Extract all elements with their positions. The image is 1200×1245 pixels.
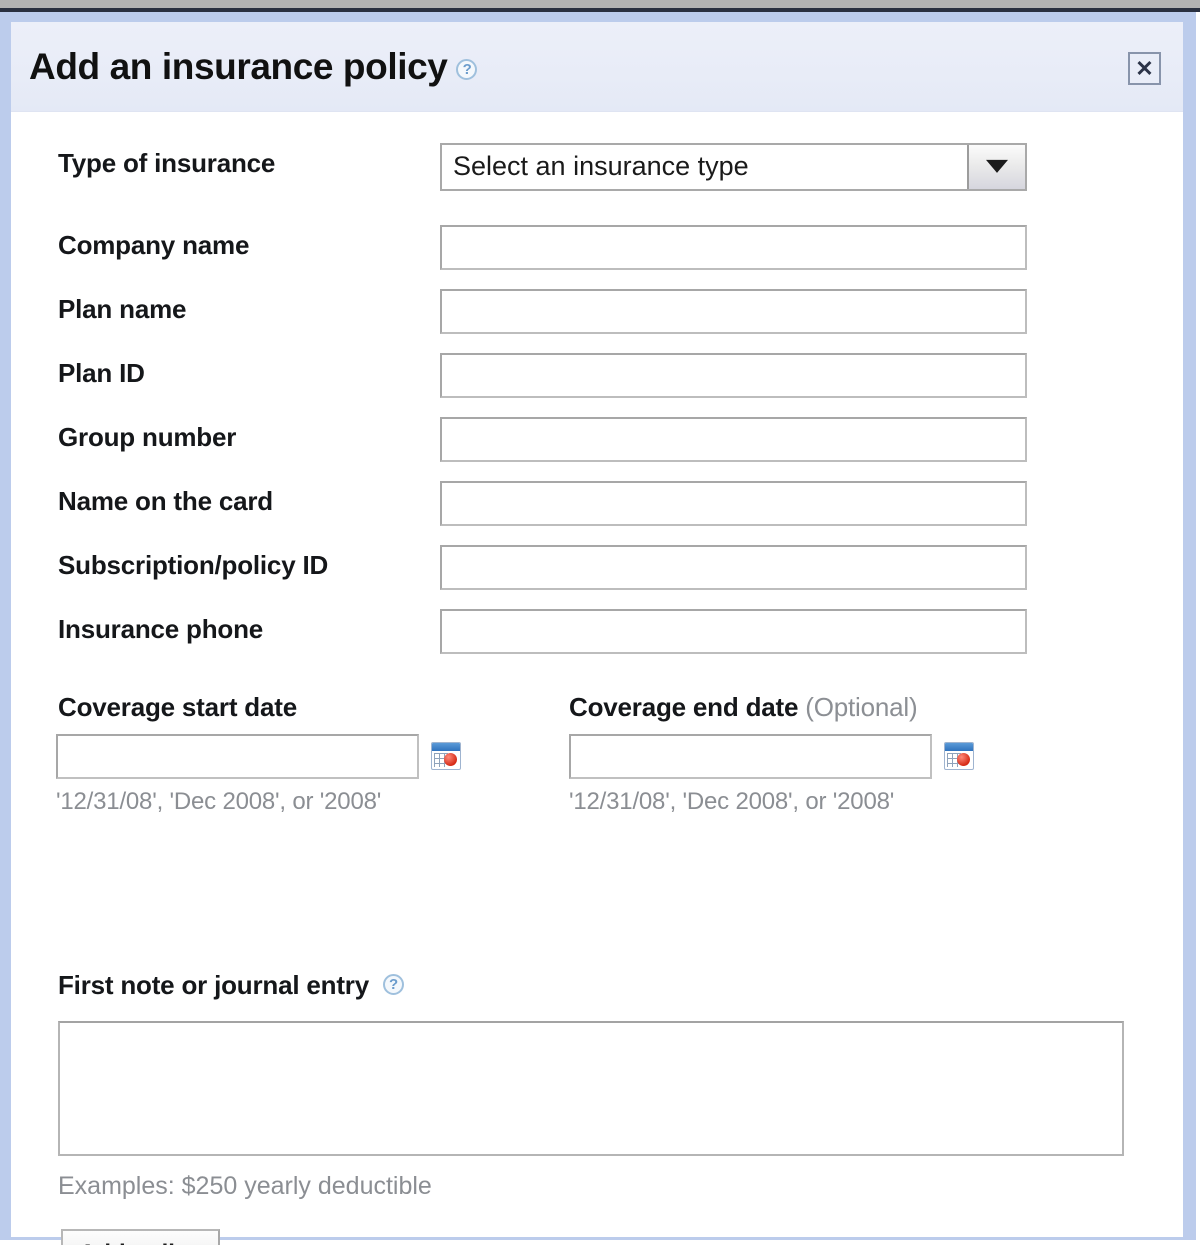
add-insurance-policy-dialog: Add an insurance policy? ✕ Type of insur… <box>0 12 1196 1245</box>
label-insurance-phone: Insurance phone <box>58 614 264 644</box>
add-policy-button[interactable]: Add policy <box>61 1229 220 1245</box>
first-note-textarea[interactable] <box>58 1021 1124 1156</box>
first-note-label-text: First note or journal entry <box>58 970 369 1000</box>
calendar-icon-titlebar <box>432 743 460 751</box>
label-name-on-the-card: Name on the card <box>58 486 273 516</box>
label-company-name: Company name <box>58 230 250 260</box>
calendar-icon-start[interactable] <box>431 742 461 770</box>
first-note-help-icon[interactable]: ? <box>382 974 404 995</box>
coverage-start-date-hint: '12/31/08', 'Dec 2008', or '2008' <box>56 788 382 815</box>
insurance-type-select[interactable]: Select an insurance type <box>440 143 1027 191</box>
calendar-icon-marker <box>444 753 457 766</box>
calendar-icon-end[interactable] <box>944 742 974 770</box>
calendar-icon-titlebar <box>945 743 973 751</box>
insurance-phone-input[interactable] <box>440 609 1027 654</box>
dialog-header: Add an insurance policy? ✕ <box>11 22 1183 112</box>
subscription-policy-id-input[interactable] <box>440 545 1027 590</box>
calendar-icon-marker <box>957 753 970 766</box>
insurance-type-selected-value: Select an insurance type <box>453 151 749 181</box>
dialog-title-text: Add an insurance policy <box>29 46 448 87</box>
coverage-start-date-input[interactable] <box>56 734 419 779</box>
name-on-card-input[interactable] <box>440 481 1027 526</box>
close-icon[interactable]: ✕ <box>1128 52 1161 85</box>
coverage-end-date-optional: (Optional) <box>805 692 918 722</box>
page-top-strip <box>0 0 1200 8</box>
company-name-input[interactable] <box>440 225 1027 270</box>
label-first-note: First note or journal entry? <box>58 970 404 1001</box>
label-coverage-start-date: Coverage start date <box>58 692 297 722</box>
plan-name-input[interactable] <box>440 289 1027 334</box>
coverage-end-date-input[interactable] <box>569 734 932 779</box>
title-help-icon[interactable]: ? <box>456 59 478 80</box>
first-note-examples: Examples: $250 yearly deductible <box>58 1172 432 1200</box>
group-number-input[interactable] <box>440 417 1027 462</box>
dialog-title: Add an insurance policy? <box>29 46 478 88</box>
label-plan-name: Plan name <box>58 294 187 324</box>
plan-id-input[interactable] <box>440 353 1027 398</box>
label-plan-id: Plan ID <box>58 358 145 388</box>
dialog-body: Type of insurance Select an insurance ty… <box>11 112 1183 1245</box>
page-root: Add an insurance policy? ✕ Type of insur… <box>0 0 1200 1245</box>
label-group-number: Group number <box>58 422 237 452</box>
insurance-type-dropdown-button[interactable] <box>967 145 1025 189</box>
coverage-end-date-hint: '12/31/08', 'Dec 2008', or '2008' <box>569 788 895 815</box>
label-type-of-insurance: Type of insurance <box>58 148 276 178</box>
label-coverage-end-date: Coverage end date (Optional) <box>569 692 918 723</box>
chevron-down-icon <box>986 159 1008 173</box>
coverage-end-date-label-text: Coverage end date <box>569 692 799 722</box>
label-subscription-policy-id: Subscription/policy ID <box>58 550 329 580</box>
